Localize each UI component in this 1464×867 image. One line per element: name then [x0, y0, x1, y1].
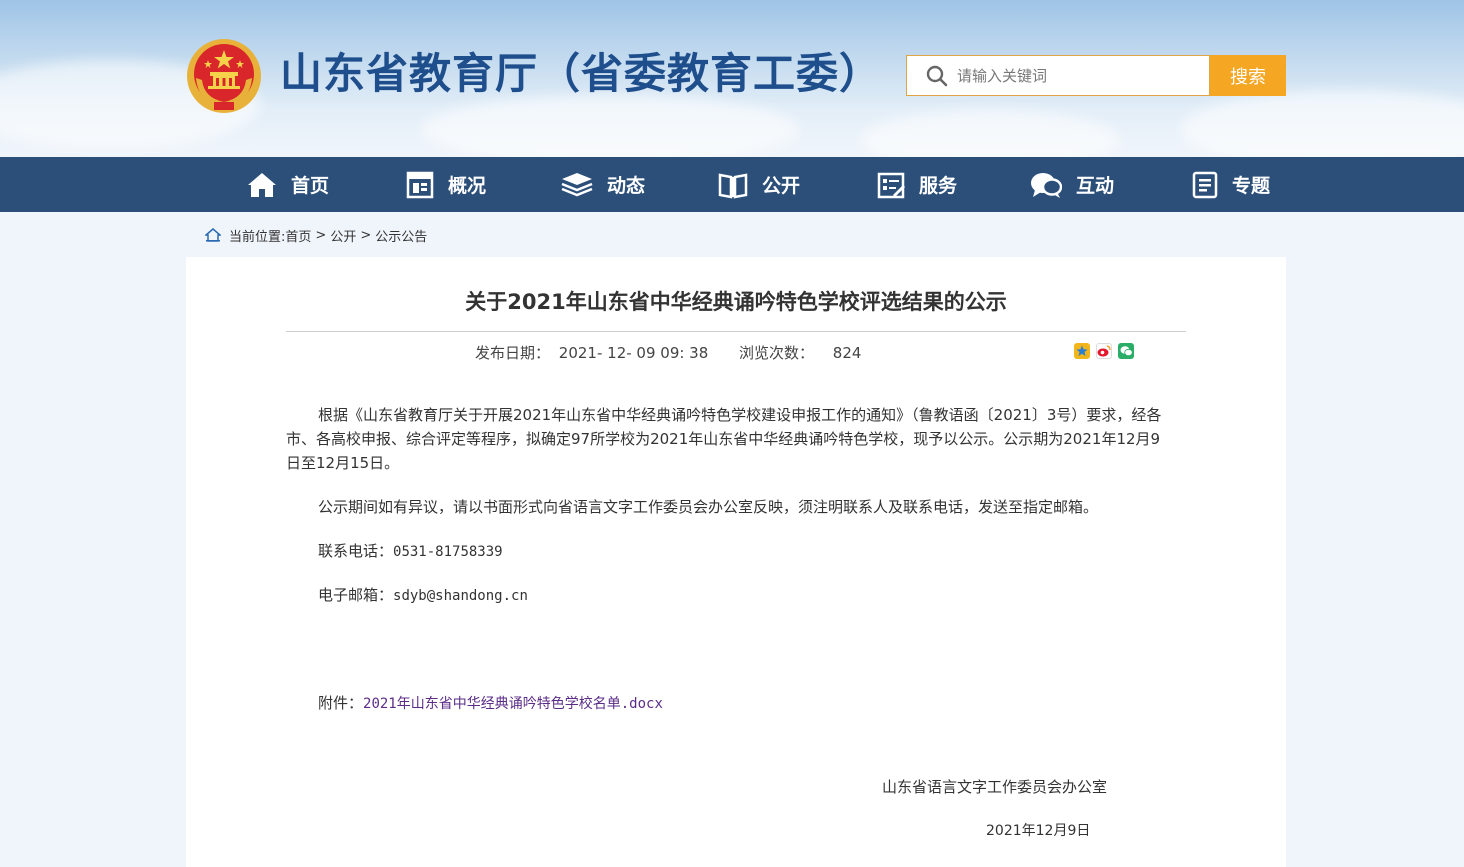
nav-item-label: 概况: [448, 175, 487, 197]
contact-phone-value: 0531-81758339: [393, 544, 503, 560]
article-panel: 关于2021年山东省中华经典诵吟特色学校评选结果的公示 发布日期： 2021- …: [186, 257, 1286, 867]
view-count: 浏览次数： 824: [739, 343, 861, 363]
contact-email: 电子邮箱：sdyb@shandong.cn: [286, 583, 1168, 608]
signature: 山东省语言文字工作委员会办公室: [882, 778, 1108, 796]
publish-date: 发布日期： 2021- 12- 09 09: 38: [475, 343, 708, 363]
attachment-link[interactable]: 2021年山东省中华经典诵吟特色学校名单.docx: [363, 696, 663, 712]
search-button[interactable]: 搜索: [1210, 55, 1286, 96]
nav-item-label: 专题: [1232, 175, 1271, 197]
wechat-icon[interactable]: [1118, 343, 1134, 359]
view-count-value: 824: [832, 344, 862, 362]
nav-item-service[interactable]: 服务: [877, 157, 957, 212]
nav-item-label: 动态: [607, 175, 646, 197]
breadcrumb-link-notices[interactable]: 公示公告: [375, 226, 427, 245]
contact-phone-label: 联系电话：: [318, 542, 394, 560]
article-paragraph: 公示期间如有异议，请以书面形式向省语言文字工作委员会办公室反映，须注明联系人及联…: [318, 498, 1099, 516]
attachment-label: 附件：: [318, 694, 364, 712]
search-icon: [917, 56, 957, 96]
overview-icon: [406, 171, 434, 198]
chat-icon: [1031, 172, 1062, 198]
document-icon: [1192, 171, 1218, 198]
book-icon: [718, 173, 748, 198]
nav-item-news[interactable]: 动态: [561, 157, 645, 212]
nav-item-public[interactable]: 公开: [718, 157, 800, 212]
breadcrumb-link-home[interactable]: 首页: [285, 226, 311, 245]
search-input[interactable]: [957, 56, 1197, 95]
nav-item-label: 互动: [1076, 175, 1115, 197]
view-count-label: 浏览次数：: [739, 344, 815, 362]
contact-email-label: 电子邮箱：: [318, 586, 394, 604]
publish-date-value: 2021- 12- 09 09: 38: [558, 344, 709, 362]
home-icon: [248, 172, 276, 197]
signature-date: 2021年12月9日: [986, 823, 1091, 839]
service-icon: [877, 172, 905, 198]
nav-item-label: 服务: [919, 175, 958, 197]
breadcrumb-home-icon: [205, 228, 221, 242]
attachment-line: 附件：2021年山东省中华经典诵吟特色学校名单.docx: [286, 691, 1168, 716]
header-cloud: [1180, 90, 1464, 157]
main-nav: 首页 概况 动态 公开 服务 互动 专题: [0, 157, 1464, 212]
publish-date-label: 发布日期：: [475, 344, 551, 362]
nav-item-label: 首页: [291, 175, 330, 197]
article-title: 关于2021年山东省中华经典诵吟特色学校评选结果的公示: [465, 290, 1007, 314]
breadcrumb-link-public[interactable]: 公开: [330, 226, 356, 245]
header-cloud: [420, 95, 800, 157]
article-paragraph: 根据《山东省教育厅关于开展2021年山东省中华经典诵吟特色学校建设申报工作的通知…: [286, 406, 1162, 472]
header-cloud: [860, 110, 1120, 157]
nav-item-overview[interactable]: 概况: [406, 157, 486, 212]
search-box: [906, 55, 1210, 96]
breadcrumb-separator: >: [360, 227, 372, 243]
contact-phone: 联系电话：0531-81758339: [286, 539, 1168, 564]
nav-item-interaction[interactable]: 互动: [1030, 157, 1114, 212]
breadcrumb: 当前位置: 首页 > 公开 > 公示公告: [205, 226, 427, 245]
nav-item-home[interactable]: 首页: [247, 157, 329, 212]
news-stack-icon: [561, 172, 593, 196]
national-emblem-icon: [186, 38, 262, 114]
nav-item-topics[interactable]: 专题: [1192, 157, 1270, 212]
site-title: 山东省教育厅（省委教育工委）: [280, 49, 883, 98]
site-header: 山东省教育厅（省委教育工委） 搜索: [0, 0, 1464, 157]
nav-item-label: 公开: [762, 175, 801, 197]
weibo-icon[interactable]: [1096, 343, 1112, 359]
breadcrumb-prefix: 当前位置:: [229, 229, 286, 245]
contact-email-value: sdyb@shandong.cn: [393, 588, 528, 604]
breadcrumb-separator: >: [315, 227, 327, 243]
title-divider: [286, 331, 1186, 332]
share-bar: [1074, 343, 1134, 359]
qzone-icon[interactable]: [1074, 343, 1090, 359]
